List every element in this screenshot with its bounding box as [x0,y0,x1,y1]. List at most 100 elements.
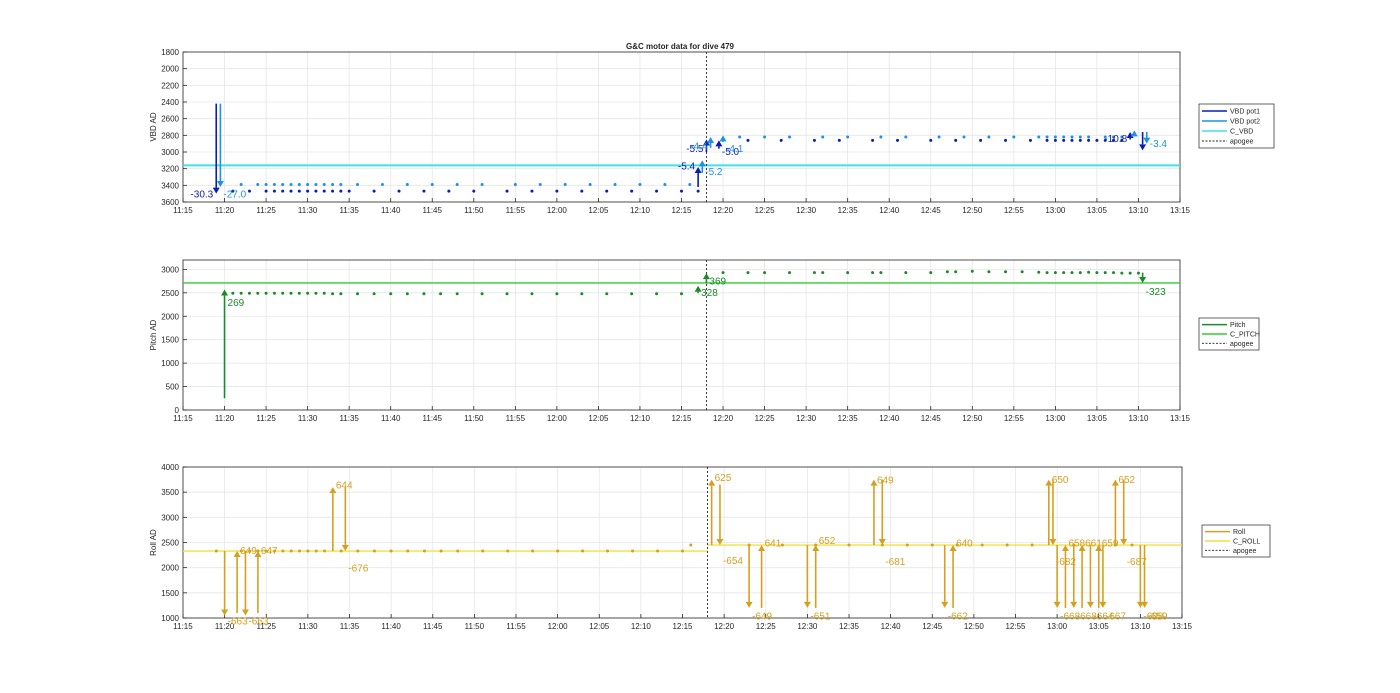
roll-series0-point-21 [506,549,510,553]
vbd-series0-point-8 [314,189,318,193]
vbd-series1-point-43 [1087,135,1091,139]
roll-xtick-label-3: 11:30 [298,622,318,631]
pitch-xtick-label-1: 11:20 [215,414,235,423]
roll-xtick-label-17: 12:40 [881,622,902,631]
vbd-series1-point-11 [339,183,343,186]
vbd-series1-point-15 [430,183,434,186]
vbd-series0-point-17 [472,189,476,193]
vbd-ytick-label-0: 1800 [161,48,179,57]
pitch-series0-point-31 [746,271,750,275]
vbd-series0-point-12 [347,189,351,193]
roll-ytick-label-6: 4000 [161,463,179,472]
roll-series0-point-7 [289,549,293,553]
pitch-series0-point-18 [422,292,426,296]
pitch-series0-point-7 [289,291,293,295]
vbd-series0-point-20 [555,189,559,193]
vbd-series0-point-5 [289,189,293,193]
vbd-series0-point-24 [655,189,659,193]
roll-ytick-label-1: 1500 [161,589,179,598]
vbd-series0-point-30 [837,138,841,142]
vbd-series1-point-36 [1012,135,1016,139]
vbd-series1-point-18 [513,183,517,186]
vbd-series0-point-32 [896,138,900,142]
vbd-series1-point-38 [1045,135,1049,139]
vbd-series1-point-30 [846,135,850,139]
pitch-series0-point-5 [272,291,276,295]
vbd-series0-point-23 [630,189,634,193]
roll-series0-point-25 [606,549,610,553]
pitch-series0-point-38 [879,271,883,275]
vbd-xtick-label-19: 12:50 [962,206,983,215]
vbd-ytick-label-8: 3400 [161,181,179,190]
roll-series0-point-16 [406,549,410,553]
roll-xtick-label-21: 13:00 [1047,622,1068,631]
vbd-ytick-label-4: 2600 [161,115,179,124]
vbd-series1-point-35 [987,135,991,139]
roll-xtick-label-12: 12:15 [672,622,693,631]
roll-annotation-label-5: -676 [348,564,368,575]
pitch-xtick-label-19: 12:50 [962,414,983,423]
vbd-xtick-label-9: 12:00 [547,206,568,215]
roll-xtick-label-18: 12:45 [922,622,943,631]
roll-series0-point-20 [481,549,485,553]
roll-series0-point-23 [556,549,560,553]
vbd-series1-point-25 [688,183,692,186]
vbd-series1-point-27 [763,135,767,139]
vbd-series1-point-26 [738,135,742,139]
vbd-annotation-label-8: -10.8 [1104,134,1127,145]
pitch-series0-point-15 [372,292,376,296]
vbd-xtick-label-10: 12:05 [588,206,609,215]
roll-xtick-label-13: 12:20 [714,622,735,631]
vbd-series0-point-13 [372,189,376,193]
vbd-series1-point-9 [322,183,326,186]
vbd-annotation-label-11: -3.4 [1150,139,1168,150]
vbd-xtick-label-0: 11:15 [173,206,193,215]
pitch-ytick-label-3: 1500 [161,336,179,345]
roll-xtick-label-9: 12:00 [548,622,569,631]
pitch-series0-point-22 [505,292,509,296]
vbd-series1-point-33 [937,135,941,139]
vbd-xtick-label-24: 13:15 [1170,206,1191,215]
pitch-xtick-label-15: 12:30 [796,414,817,423]
pitch-xtick-label-13: 12:20 [713,414,734,423]
pitch-series0-point-11 [322,291,326,295]
pitch-xtick-label-11: 12:10 [630,414,651,423]
pitch-series0-point-32 [763,271,767,275]
vbd-series1-point-12 [355,183,359,186]
pitch-series0-point-17 [405,292,409,296]
vbd-xtick-label-1: 11:20 [215,206,235,215]
pitch-ylabel: Pitch AD [149,319,158,350]
pitch-xtick-label-24: 13:15 [1170,414,1191,423]
vbd-series0-point-11 [339,189,343,193]
roll-ytick-label-4: 3000 [161,513,179,522]
roll-annotation-label-10: -651 [810,611,830,622]
roll-annotation-label-11: 652 [819,536,836,547]
pitch-series0-point-33 [788,271,792,275]
vbd-series0-point-39 [1053,138,1057,142]
pitch-series0-point-55 [1103,271,1107,275]
vbd-annotation-label-0: -30.3 [190,190,213,201]
roll-ylabel: Roll AD [149,529,158,556]
roll-series0-point-13 [356,549,360,553]
roll-ytick-label-3: 2500 [161,539,179,548]
vbd-series0-point-37 [1028,138,1032,142]
pitch-xtick-label-22: 13:05 [1087,414,1108,423]
roll-series0-point-28 [681,549,684,553]
vbd-series0-point-4 [281,189,285,193]
roll-series0-point-17 [422,549,426,553]
pitch-xtick-label-20: 12:55 [1004,414,1025,423]
pitch-xtick-label-7: 11:50 [464,414,484,423]
pitch-series0-point-48 [1045,271,1049,275]
roll-xtick-label-23: 13:10 [1130,622,1151,631]
vbd-series1-point-8 [314,183,318,186]
roll-xtick-label-20: 12:55 [1005,622,1026,631]
pitch-series0-point-35 [821,271,825,275]
pitch-ytick-label-0: 0 [175,406,180,415]
vbd-series1-point-41 [1070,135,1074,139]
pitch-series0-point-0 [231,291,235,295]
vbd-series1-point-24 [663,183,667,186]
vbd-xtick-label-16: 12:35 [838,206,859,215]
pitch-series0-point-1 [239,291,243,295]
roll-annotation-label-25: 652 [1118,475,1135,486]
roll-series0-point-14 [372,549,376,553]
